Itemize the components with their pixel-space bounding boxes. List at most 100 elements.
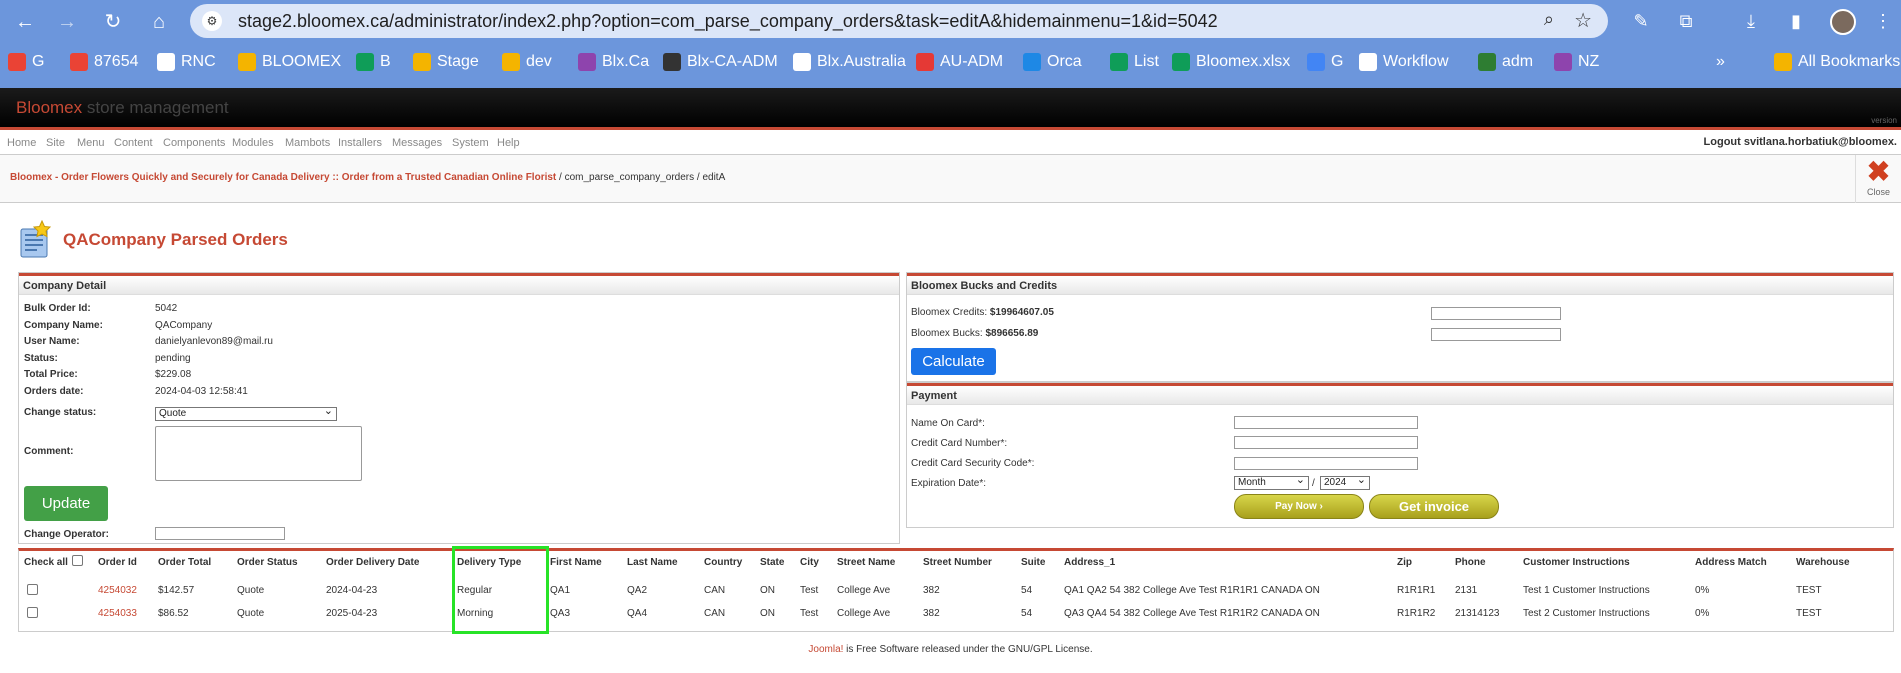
url-text[interactable]: stage2.bloomex.ca/administrator/index2.p… [238, 11, 1218, 32]
menu-item-content[interactable]: Content [114, 137, 153, 149]
check-all-checkbox[interactable] [72, 555, 83, 566]
bookmark-item[interactable]: Bloomex.xlsx [1172, 53, 1290, 71]
bookmark-icon [1359, 53, 1377, 71]
address-bar[interactable]: ⚙ stage2.bloomex.ca/administrator/index2… [190, 4, 1608, 38]
expiration-label: Expiration Date*: [911, 478, 987, 489]
bucks-label: Bloomex Bucks: [911, 328, 986, 339]
menu-item-home[interactable]: Home [7, 137, 36, 149]
bookmark-item[interactable]: Stage [413, 53, 479, 71]
zoom-icon[interactable]: ⌕ [1544, 9, 1554, 30]
all-bookmarks[interactable]: All Bookmarks [1774, 53, 1900, 71]
bookmark-icon [1554, 53, 1572, 71]
bookmark-icon [1478, 53, 1496, 71]
column-header: Suite [1021, 557, 1046, 568]
comment-textarea[interactable] [155, 426, 362, 481]
download-icon[interactable]: ⤓ [1738, 8, 1764, 34]
exp-year-select[interactable]: 2024 [1320, 474, 1370, 490]
name-on-card-input[interactable] [1234, 416, 1418, 429]
back-icon[interactable]: ← [12, 9, 38, 35]
change-operator-input[interactable] [155, 527, 285, 540]
menu-item-menu[interactable]: Menu [77, 137, 105, 149]
menu-item-mambots[interactable]: Mambots [285, 137, 330, 149]
bookmark-item[interactable]: G [8, 53, 44, 71]
close-label: Close [1866, 187, 1890, 197]
logout-link[interactable]: Logout svitlana.horbatiuk@bloomex. [1704, 136, 1897, 148]
table-cell: QA1 QA2 54 382 College Ave Test R1R1R1 C… [1064, 585, 1320, 596]
field-label: Status: [24, 352, 58, 364]
bookmark-item[interactable]: B [356, 53, 391, 71]
column-header: Country [704, 557, 743, 568]
menu-item-components[interactable]: Components [163, 137, 225, 149]
forward-icon[interactable]: → [54, 9, 80, 35]
more-bookmarks-icon[interactable]: » [1716, 53, 1725, 71]
bookmark-item[interactable]: 87654 [70, 53, 139, 71]
menu-icon[interactable]: ⋮ [1870, 8, 1896, 34]
bookmark-icon [1110, 53, 1128, 71]
credits-input[interactable] [1431, 307, 1561, 320]
get-invoice-button[interactable]: Get invoice [1369, 494, 1499, 519]
bookmark-label: G [32, 53, 45, 70]
bookmark-item[interactable]: AU-ADM [916, 53, 1003, 71]
bookmark-label: NZ [1578, 53, 1600, 70]
cc-number-input[interactable] [1234, 436, 1418, 449]
joomla-link[interactable]: Joomla! [808, 644, 843, 655]
bookmark-item[interactable]: RNC [157, 53, 216, 71]
exp-month-select[interactable]: Month [1234, 474, 1309, 490]
table-cell: 2131 [1455, 585, 1478, 596]
reload-icon[interactable]: ↻ [100, 9, 126, 35]
menu-item-system[interactable]: System [452, 137, 489, 149]
cc-security-input[interactable] [1234, 457, 1418, 470]
path-rest: / com_parse_company_orders / editA [556, 172, 726, 183]
menu-item-help[interactable]: Help [497, 137, 520, 149]
bookmark-item[interactable]: Workflow [1359, 53, 1449, 71]
sidepanel-icon[interactable]: ▮ [1783, 8, 1809, 34]
bookmark-item[interactable]: NZ [1554, 53, 1599, 71]
bookmark-star-icon[interactable]: ☆ [1574, 8, 1592, 33]
row-checkbox[interactable] [27, 607, 38, 618]
order-id-link[interactable]: 4254033 [98, 608, 137, 619]
table-cell: R1R1R2 [1397, 608, 1436, 619]
puzzle-icon[interactable]: ⧉ [1673, 8, 1699, 34]
order-id-link[interactable]: 4254032 [98, 585, 137, 596]
pay-now-button[interactable]: Pay Now › [1234, 494, 1364, 519]
orders-icon [20, 220, 52, 258]
menu-item-messages[interactable]: Messages [392, 137, 442, 149]
bucks-input[interactable] [1431, 328, 1561, 341]
bookmark-item[interactable]: Blx-CA-ADM [663, 53, 778, 71]
field-label: Bulk Order Id: [24, 303, 91, 314]
bookmark-icon [157, 53, 175, 71]
field-value: pending [155, 352, 191, 364]
name-on-card-label: Name On Card*: [911, 418, 985, 429]
bookmark-item[interactable]: adm [1478, 53, 1533, 71]
credits-row: Bloomex Credits: $19964607.05 [911, 307, 1054, 318]
bookmark-item[interactable]: Blx.Ca [578, 53, 649, 71]
avatar[interactable] [1830, 9, 1856, 35]
bookmark-item[interactable]: G [1307, 53, 1343, 71]
bookmark-label: Stage [437, 53, 479, 70]
table-cell: Quote [237, 585, 265, 596]
menu-item-installers[interactable]: Installers [338, 137, 382, 149]
calculate-button[interactable]: Calculate [911, 348, 996, 375]
table-cell: $86.52 [158, 608, 189, 619]
table-cell: 21314123 [1455, 608, 1500, 619]
bookmark-item[interactable]: Blx.Australia [793, 53, 906, 71]
update-button[interactable]: Update [24, 486, 108, 521]
bookmark-item[interactable]: BLOOMEX [238, 53, 341, 71]
admin-header: Bloomex store management version [0, 88, 1901, 130]
close-button[interactable]: ✖ Close [1855, 155, 1901, 203]
bookmark-label: adm [1502, 53, 1534, 70]
change-status-select[interactable]: Quote [155, 405, 337, 421]
browser-chrome: ← → ↻ ⌂ ⚙ stage2.bloomex.ca/administrato… [0, 0, 1901, 88]
site-link[interactable]: Bloomex - Order Flowers Quickly and Secu… [10, 172, 556, 183]
home-icon[interactable]: ⌂ [146, 9, 172, 35]
row-checkbox[interactable] [27, 584, 38, 595]
highlight-box [452, 546, 549, 634]
bookmark-item[interactable]: List [1110, 53, 1159, 71]
bookmark-item[interactable]: Orca [1023, 53, 1082, 71]
table-cell: 2024-04-23 [326, 585, 378, 596]
site-info-icon[interactable]: ⚙ [202, 11, 222, 31]
menu-item-site[interactable]: Site [46, 137, 65, 149]
extension-icon[interactable]: ✎ [1628, 8, 1654, 34]
menu-item-modules[interactable]: Modules [232, 137, 274, 149]
bookmark-item[interactable]: dev [502, 53, 552, 71]
